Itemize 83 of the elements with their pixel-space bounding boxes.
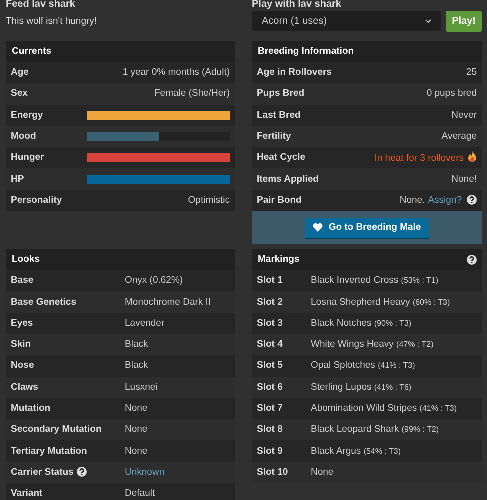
row-value: Average bbox=[442, 131, 477, 142]
row-value: 1 year 0% months (Adult) bbox=[122, 67, 230, 78]
row-label: HP bbox=[11, 174, 24, 185]
row-label: Nose bbox=[11, 360, 36, 372]
row-label: Slot 5 bbox=[257, 360, 284, 372]
marking-value: Black Notches (90% : T3) bbox=[311, 318, 412, 329]
status-link[interactable]: Unknown bbox=[125, 466, 165, 478]
marking-value: Black Leopard Shark (99% : T2) bbox=[311, 424, 440, 436]
row-label: Slot 2 bbox=[257, 296, 284, 308]
row-label: Slot 7 bbox=[257, 403, 284, 414]
row-label: Fertility bbox=[257, 131, 292, 142]
marking-value: Black Argus (54% : T3) bbox=[311, 446, 402, 457]
row-value: Lusxnei bbox=[125, 382, 158, 393]
fire-icon bbox=[468, 151, 477, 162]
section-heading: Feed lav shark bbox=[6, 0, 76, 10]
row-label: Mutation bbox=[11, 403, 52, 414]
row-label: Claws bbox=[11, 382, 40, 393]
marking-value: Losna Shepherd Heavy (60% : T3) bbox=[311, 296, 450, 308]
row-label: Heat Cycle bbox=[257, 152, 306, 164]
row-label: Personality bbox=[11, 194, 62, 206]
panel-title: Breeding Information bbox=[258, 46, 354, 57]
help-icon[interactable] bbox=[467, 195, 477, 206]
row-label: Sex bbox=[11, 88, 28, 100]
row-label: Slot 1 bbox=[257, 275, 284, 286]
row-label: Slot 9 bbox=[257, 446, 284, 457]
row-value: Black bbox=[125, 339, 148, 350]
row-label: Age bbox=[11, 67, 29, 78]
row-value: Black bbox=[125, 360, 148, 372]
help-icon[interactable] bbox=[76, 467, 87, 478]
row-label: Slot 10 bbox=[257, 466, 290, 478]
row-value: Default bbox=[125, 488, 156, 500]
row-label: Eyes bbox=[11, 318, 34, 329]
panel-title: Looks bbox=[12, 254, 40, 266]
row-label: Energy bbox=[11, 110, 44, 121]
status-message: This wolf isn't hungry! bbox=[6, 16, 98, 27]
breeding-male-button[interactable]: Go to Breeding Male bbox=[304, 218, 430, 238]
marking-value: White Wings Heavy (47% : T2) bbox=[311, 339, 434, 350]
row-value: Lavender bbox=[125, 318, 165, 329]
row-value: 25 bbox=[466, 67, 477, 78]
row-label: Slot 6 bbox=[257, 382, 284, 393]
row-value: Never bbox=[452, 110, 477, 121]
marking-value: Black Inverted Cross (53% : T1) bbox=[311, 275, 438, 286]
row-label: Hunger bbox=[11, 152, 44, 164]
item-dropdown[interactable]: Acorn (1 uses) bbox=[252, 11, 442, 31]
row-label: Tertiary Mutation bbox=[11, 446, 88, 457]
row-label: Slot 8 bbox=[257, 424, 284, 436]
row-label: Items Applied bbox=[257, 174, 319, 185]
panel-title: Markings bbox=[258, 254, 300, 266]
section-heading: Play with lav shark bbox=[252, 0, 342, 10]
row-label: Age in Rollovers bbox=[257, 67, 332, 78]
row-value: None bbox=[125, 424, 148, 436]
help-icon[interactable] bbox=[467, 254, 477, 265]
panel-title: Currents bbox=[12, 46, 52, 57]
row-value: None. bbox=[400, 194, 426, 206]
heart-icon bbox=[312, 223, 323, 232]
row-value: Optimistic bbox=[188, 194, 230, 206]
assign-link[interactable]: Assign? bbox=[428, 194, 462, 206]
row-value: None! bbox=[452, 174, 477, 185]
row-value: 0 pups bred bbox=[426, 88, 477, 100]
row-label: Base bbox=[11, 275, 35, 286]
row-label: Secondary Mutation bbox=[11, 424, 103, 436]
row-value: Female (She/Her) bbox=[154, 88, 230, 100]
row-label: Skin bbox=[11, 339, 32, 350]
row-value: Onyx (0.62%) bbox=[125, 275, 184, 286]
row-label: Pups Bred bbox=[257, 88, 305, 100]
row-label: Slot 4 bbox=[257, 339, 284, 350]
heat-status: In heat for 3 rollovers bbox=[374, 153, 464, 164]
marking-value: None bbox=[311, 466, 334, 478]
play-button[interactable]: Play! bbox=[446, 11, 482, 32]
row-label: Slot 3 bbox=[257, 318, 284, 329]
marking-value: Sterling Lupos (41% : T6) bbox=[311, 382, 412, 393]
row-value: None bbox=[125, 403, 148, 414]
row-value: None bbox=[125, 446, 148, 457]
marking-value: Abomination Wild Stripes (41% : T3) bbox=[311, 403, 457, 414]
row-label: Base Genetics bbox=[11, 296, 78, 308]
marking-value: Opal Splotches (41% : T3) bbox=[311, 360, 416, 372]
row-label: Pair Bond bbox=[257, 194, 302, 206]
row-label: Mood bbox=[11, 131, 36, 142]
row-label: Variant bbox=[11, 488, 44, 500]
chevron-icon bbox=[425, 18, 432, 24]
row-label: Carrier Status bbox=[11, 466, 74, 478]
row-label: Last Bred bbox=[257, 110, 301, 121]
row-value: Monochrome Dark II bbox=[125, 296, 212, 308]
